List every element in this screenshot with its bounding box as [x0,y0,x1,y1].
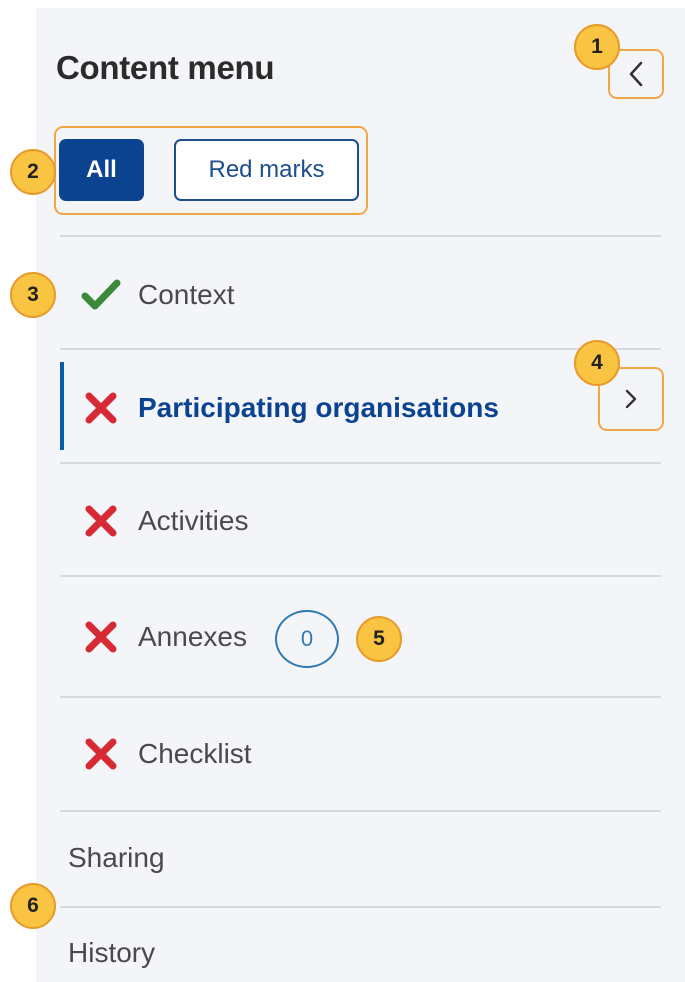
callout-badge: 3 [10,272,56,318]
history-link[interactable]: History [68,937,155,969]
menu-item-label: Context [138,279,235,310]
menu-item-participating-organisations[interactable]: Participating organisations [60,385,661,431]
check-icon [80,274,122,316]
callout-badge: 4 [574,340,620,386]
divider [60,235,661,237]
divider [60,575,661,577]
divider [60,462,661,464]
divider [60,348,661,350]
menu-item-label: Checklist [138,738,252,769]
divider [60,906,661,908]
callout-badge: 5 [356,616,402,662]
cross-icon [80,387,122,429]
sharing-link[interactable]: Sharing [68,842,165,874]
menu-item-label: Activities [138,505,249,536]
divider [60,810,661,812]
filter-all-button[interactable]: All [59,139,144,201]
callout-badge: 2 [10,149,56,195]
divider [60,696,661,698]
callout-badge: 1 [574,24,620,70]
cross-icon [80,733,122,775]
panel-title: Content menu [56,49,275,86]
menu-item-label: Participating organisations [138,392,499,423]
chevron-right-icon [625,389,637,409]
cross-icon [80,500,122,542]
annexes-count-badge: 0 [275,610,339,668]
menu-item-context[interactable]: Context [60,272,661,318]
chevron-left-icon [629,61,643,87]
filter-red-marks-button[interactable]: Red marks [174,139,359,201]
menu-item-label: Annexes [138,621,247,652]
callout-badge: 6 [10,883,56,929]
menu-item-activities[interactable]: Activities [60,498,661,544]
cross-icon [80,616,122,658]
menu-item-checklist[interactable]: Checklist [60,731,661,777]
